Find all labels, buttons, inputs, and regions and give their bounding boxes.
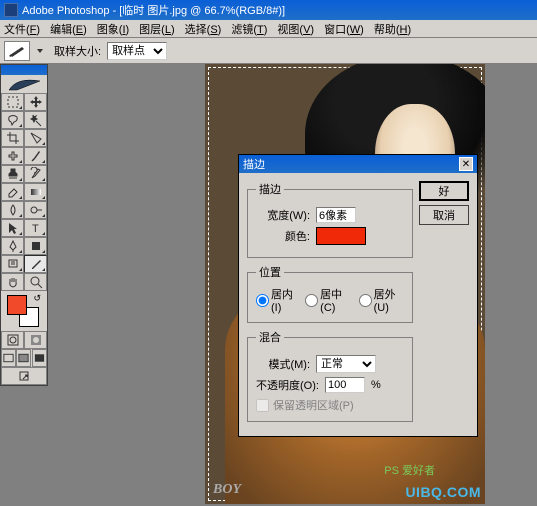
heal-tool[interactable]: [1, 147, 24, 165]
svg-text:T: T: [32, 223, 39, 235]
eraser-tool[interactable]: [1, 183, 24, 201]
width-label: 宽度(W):: [256, 207, 310, 223]
width-input[interactable]: [316, 207, 356, 223]
sample-size-label: 取样大小:: [54, 43, 101, 59]
stroke-dialog: 描边 ✕ 描边 宽度(W): 颜色: 位置: [238, 154, 478, 437]
toolbox: T ↺: [0, 64, 48, 386]
stroke-group: 描边 宽度(W): 颜色:: [247, 181, 413, 258]
menu-layer[interactable]: 图层(L): [139, 21, 174, 37]
eyedropper-tool[interactable]: [24, 255, 47, 273]
slice-tool[interactable]: [24, 129, 47, 147]
wand-tool[interactable]: [24, 111, 47, 129]
menu-window[interactable]: 窗口(W): [324, 21, 364, 37]
gradient-tool[interactable]: [24, 183, 47, 201]
dodge-tool[interactable]: [24, 201, 47, 219]
radio-center[interactable]: 居中(C): [305, 286, 350, 314]
stroke-legend: 描边: [256, 181, 284, 197]
menu-help[interactable]: 帮助(H): [374, 21, 411, 37]
workspace: T ↺ BO: [0, 64, 537, 504]
menu-view[interactable]: 视图(V): [277, 21, 314, 37]
cancel-button[interactable]: 取消: [419, 205, 469, 225]
lasso-tool[interactable]: [1, 111, 24, 129]
type-tool[interactable]: T: [24, 219, 47, 237]
foreground-swatch[interactable]: [7, 295, 27, 315]
menu-edit[interactable]: 编辑(E): [50, 21, 87, 37]
close-icon[interactable]: ✕: [459, 157, 473, 171]
chevron-down-icon[interactable]: [36, 47, 44, 55]
mode-select[interactable]: 正常: [316, 355, 376, 373]
sample-size-select[interactable]: 取样点: [107, 42, 167, 60]
position-group: 位置 居内(I) 居中(C) 居外(U): [247, 264, 413, 323]
preserve-label: 保留透明区域(P): [273, 397, 354, 413]
hand-tool[interactable]: [1, 273, 24, 291]
shape-tool[interactable]: [24, 237, 47, 255]
jump-to[interactable]: [1, 367, 47, 385]
color-swatches: ↺: [1, 291, 47, 331]
radio-inside[interactable]: 居内(I): [256, 286, 297, 314]
swap-colors-icon[interactable]: ↺: [33, 293, 41, 304]
opacity-input[interactable]: [325, 377, 365, 393]
pen-tool[interactable]: [1, 237, 24, 255]
opacity-label: 不透明度(O):: [256, 377, 319, 393]
quickmask-off[interactable]: [1, 331, 24, 349]
watermark-ps: PS 爱好者: [384, 462, 435, 478]
menu-select[interactable]: 选择(S): [185, 21, 222, 37]
menu-image[interactable]: 图象(I): [97, 21, 129, 37]
color-label: 颜色:: [256, 228, 310, 244]
color-well[interactable]: [316, 227, 366, 245]
crop-tool[interactable]: [1, 129, 24, 147]
menu-file[interactable]: 文件(F): [4, 21, 40, 37]
menu-filter[interactable]: 滤镜(T): [231, 21, 267, 37]
history-brush-tool[interactable]: [24, 165, 47, 183]
preserve-checkbox: [256, 399, 269, 412]
ok-button[interactable]: 好: [419, 181, 469, 201]
watermark-url: UIBQ.COM: [405, 484, 481, 500]
blend-group: 混合 模式(M): 正常 不透明度(O): % 保留透明区域(P): [247, 329, 413, 422]
ps-logo-icon: [1, 75, 47, 93]
tool-indicator[interactable]: [4, 41, 30, 61]
app-icon: [4, 3, 18, 17]
brush-tool[interactable]: [24, 147, 47, 165]
window-title: Adobe Photoshop - [临时 图片.jpg @ 66.7%(RGB…: [22, 2, 285, 18]
zoom-tool[interactable]: [24, 273, 47, 291]
radio-outside[interactable]: 居外(U): [359, 286, 404, 314]
dialog-title: 描边: [243, 156, 265, 172]
notes-tool[interactable]: [1, 255, 24, 273]
options-bar: 取样大小: 取样点: [0, 38, 537, 64]
move-tool[interactable]: [24, 93, 47, 111]
mode-label: 模式(M):: [256, 356, 310, 372]
quickmask-on[interactable]: [24, 331, 47, 349]
screen-standard[interactable]: [1, 349, 16, 367]
stamp-tool[interactable]: [1, 165, 24, 183]
blend-legend: 混合: [256, 329, 284, 345]
window-titlebar: Adobe Photoshop - [临时 图片.jpg @ 66.7%(RGB…: [0, 0, 537, 20]
screen-fullmenu[interactable]: [16, 349, 31, 367]
path-select-tool[interactable]: [1, 219, 24, 237]
marquee-tool[interactable]: [1, 93, 24, 111]
dialog-titlebar[interactable]: 描边 ✕: [239, 155, 477, 173]
blur-tool[interactable]: [1, 201, 24, 219]
opacity-suffix: %: [371, 379, 381, 391]
watermark-boy: BOY: [213, 482, 241, 498]
position-legend: 位置: [256, 264, 284, 280]
screen-full[interactable]: [32, 349, 47, 367]
menubar: 文件(F) 编辑(E) 图象(I) 图层(L) 选择(S) 滤镜(T) 视图(V…: [0, 20, 537, 38]
toolbox-header[interactable]: [1, 65, 47, 75]
